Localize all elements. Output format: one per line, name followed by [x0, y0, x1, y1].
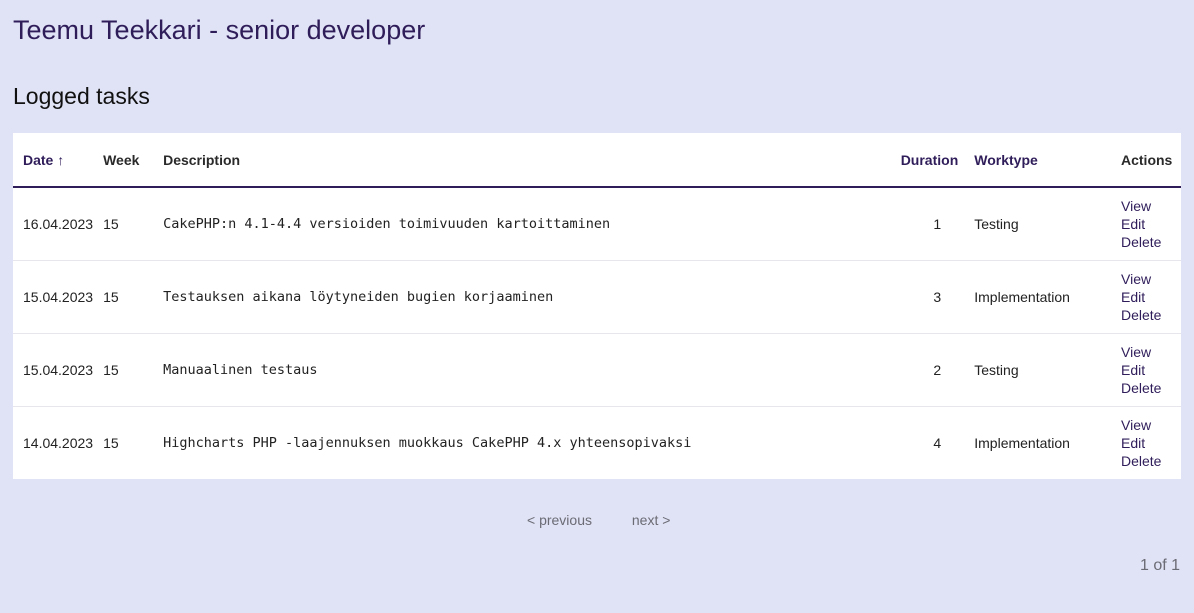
cell-date: 16.04.2023 [13, 187, 94, 261]
cell-worktype: Implementation [974, 435, 1070, 451]
cell-description: Highcharts PHP -laajennuksen muokkaus Ca… [163, 435, 692, 451]
column-header-duration[interactable]: Duration [900, 133, 965, 188]
pagination: < previous next > [527, 512, 706, 528]
cell-date: 15.04.2023 [13, 333, 94, 407]
delete-link[interactable]: Delete [1121, 452, 1181, 470]
table-header-row: Date ↑ Week Description Duration Worktyp… [13, 133, 1181, 188]
edit-link[interactable]: Edit [1121, 288, 1181, 306]
cell-actions: View Edit Delete [1111, 260, 1181, 334]
column-header-date[interactable]: Date ↑ [13, 133, 94, 188]
view-link[interactable]: View [1121, 197, 1181, 215]
cell-worktype: Testing [964, 333, 1111, 407]
cell-actions: View Edit Delete [1111, 333, 1181, 407]
cell-actions: View Edit Delete [1111, 407, 1181, 480]
sort-ascending-icon: ↑ [57, 151, 65, 168]
section-title: Logged tasks [13, 83, 150, 109]
view-link[interactable]: View [1121, 416, 1181, 434]
cell-description: Manuaalinen testaus [153, 333, 901, 407]
edit-link[interactable]: Edit [1121, 361, 1181, 379]
cell-week: 15 [93, 260, 154, 334]
view-link[interactable]: View [1121, 343, 1181, 361]
table-row: 16.04.2023 15 CakePHP:n 4.1-4.4 versioid… [13, 187, 1181, 261]
delete-link[interactable]: Delete [1121, 306, 1181, 324]
cell-description: Testauksen aikana löytyneiden bugien kor… [153, 260, 901, 334]
cell-actions: View Edit Delete [1111, 187, 1181, 261]
cell-date: 14.04.2023 [23, 435, 94, 451]
table-row: 14.04.2023 15 Highcharts PHP -laajennuks… [13, 407, 1181, 480]
table-row: 15.04.2023 15 Testauksen aikana löytynei… [13, 260, 1181, 334]
table-row: 15.04.2023 15 Manuaalinen testaus 2 Test… [13, 333, 1181, 407]
column-header-actions: Actions [1111, 133, 1181, 188]
cell-description: CakePHP:n 4.1-4.4 versioiden toimivuuden… [153, 187, 901, 261]
column-header-description: Description [153, 133, 901, 188]
page-count: 1 of 1 [1139, 557, 1180, 574]
cell-duration: 3 [900, 260, 965, 334]
cell-week: 15 [103, 435, 119, 451]
delete-link[interactable]: Delete [1121, 233, 1181, 251]
previous-page-link[interactable]: < previous [527, 512, 592, 528]
delete-link[interactable]: Delete [1121, 379, 1181, 397]
edit-link[interactable]: Edit [1121, 434, 1181, 452]
cell-duration: 2 [900, 333, 965, 407]
cell-duration: 4 [933, 435, 942, 451]
cell-duration: 1 [900, 187, 965, 261]
next-page-link[interactable]: next > [632, 512, 671, 528]
page-title: Teemu Teekkari - senior developer [13, 15, 426, 45]
tasks-table: Date ↑ Week Description Duration Worktyp… [13, 133, 1181, 479]
cell-worktype: Implementation [964, 260, 1111, 334]
date-header-label: Date [23, 151, 54, 168]
edit-link[interactable]: Edit [1121, 215, 1181, 233]
column-header-worktype[interactable]: Worktype [964, 133, 1111, 188]
cell-week: 15 [93, 187, 154, 261]
column-header-week: Week [93, 133, 154, 188]
cell-date: 15.04.2023 [13, 260, 94, 334]
view-link[interactable]: View [1121, 270, 1181, 288]
cell-week: 15 [93, 333, 154, 407]
cell-worktype: Testing [964, 187, 1111, 261]
